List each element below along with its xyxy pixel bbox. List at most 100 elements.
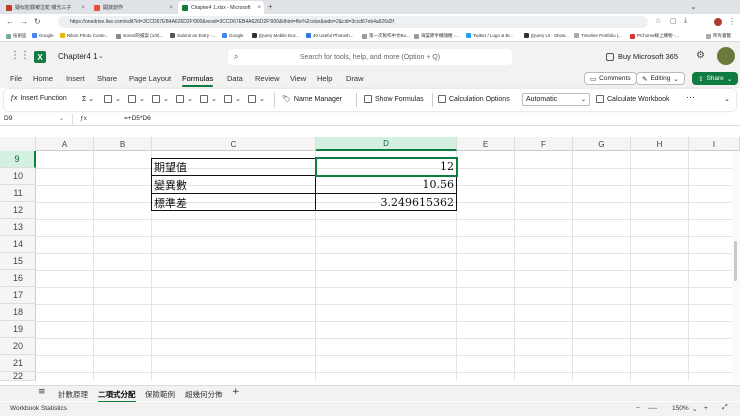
close-icon[interactable]: × xyxy=(257,5,261,11)
bookmark-item[interactable]: stored的檔案 (1/8)... xyxy=(116,33,163,39)
select-all-corner[interactable] xyxy=(0,137,36,151)
row-header[interactable]: 21 xyxy=(0,355,36,372)
calculation-options-button[interactable]: Calculation Options xyxy=(438,95,510,103)
financial-button[interactable]: ⌄ xyxy=(128,95,145,103)
chevron-down-icon[interactable]: ⌄ xyxy=(692,405,697,413)
comments-button[interactable]: ▭ Comments xyxy=(584,72,637,85)
bookmark-item[interactable]: 技術區 xyxy=(6,33,27,39)
bookmark-folder[interactable]: 所有書籤 xyxy=(706,33,731,39)
row-header[interactable]: 11 xyxy=(0,185,36,202)
row-header[interactable]: 12 xyxy=(0,202,36,219)
cell-c10[interactable]: 變異數 xyxy=(152,176,315,193)
chevron-down-icon[interactable]: ⌄ xyxy=(724,95,730,103)
tab-data[interactable]: Data xyxy=(227,74,243,83)
tab-view[interactable]: View xyxy=(290,74,306,83)
tab-share[interactable]: Share xyxy=(97,74,117,83)
bookmark-item[interactable]: 40 Useful Photosh... xyxy=(306,33,354,38)
bookmark-item[interactable]: jQuery Mobile Doc... xyxy=(252,33,300,38)
url-field[interactable]: https://onedrive.live.com/edit?id=3CCD67… xyxy=(58,16,648,28)
column-header-b[interactable]: B xyxy=(94,137,152,151)
workbook-statistics[interactable]: Workbook Statistics xyxy=(10,405,67,412)
sheet-tab[interactable]: 保險範例 xyxy=(145,389,175,400)
column-header-g[interactable]: G xyxy=(573,137,631,151)
bookmark-item[interactable]: jQuery UI - Show... xyxy=(524,33,569,38)
bookmark-item[interactable]: PChome線上購物 -... xyxy=(630,33,679,39)
tab-home[interactable]: Home xyxy=(33,74,53,83)
buy-microsoft-365-link[interactable]: Buy Microsoft 365 xyxy=(606,52,678,61)
column-header-f[interactable]: F xyxy=(515,137,573,151)
file-name[interactable]: Chapter4 1 xyxy=(58,52,98,61)
row-header[interactable]: 16 xyxy=(0,270,36,287)
lookup-button[interactable]: ⌄ xyxy=(224,95,241,103)
forward-icon[interactable]: → xyxy=(20,17,28,26)
app-launcher-icon[interactable]: ⋮⋮ xyxy=(10,50,30,61)
row-header[interactable]: 20 xyxy=(0,338,36,355)
new-tab-icon[interactable]: + xyxy=(268,2,273,11)
recently-used-button[interactable]: ⌄ xyxy=(104,95,121,103)
add-sheet-button[interactable]: + xyxy=(232,387,240,397)
tab-review[interactable]: Review xyxy=(255,74,280,83)
logical-button[interactable]: ⌄ xyxy=(152,95,169,103)
column-header-c[interactable]: C xyxy=(152,137,316,151)
scrollbar-thumb[interactable] xyxy=(734,241,737,281)
chevron-down-icon[interactable]: ⌄ xyxy=(98,52,104,60)
share-button[interactable]: ⇪ Share ⌄ xyxy=(692,72,739,85)
name-manager-button[interactable]: 🏷 Name Manager xyxy=(282,95,342,104)
bookmark-item[interactable]: Timeline Portfolio |... xyxy=(574,33,622,38)
worksheet-grid[interactable]: 期望值 12 變異數 10.56 標準差 3.249615362 xyxy=(36,151,740,381)
row-header[interactable]: 19 xyxy=(0,321,36,338)
fullscreen-icon[interactable]: ⤢ xyxy=(722,404,728,412)
zoom-in-icon[interactable]: + xyxy=(704,405,708,412)
search-box[interactable]: ⌕ Search for tools, help, and more (Opti… xyxy=(228,49,512,65)
sheet-tab[interactable]: 計數原理 xyxy=(58,389,88,400)
browser-tab-1[interactable]: 疑似犯罪被泣蛇 曝光三子 × xyxy=(2,1,88,14)
name-box[interactable]: D9 ⌄ xyxy=(4,115,66,125)
row-header[interactable]: 14 xyxy=(0,236,36,253)
tab-help[interactable]: Help xyxy=(317,74,332,83)
sheet-tab-active[interactable]: 二項式分配 xyxy=(98,389,136,403)
autosum-button[interactable]: Σ ⌄ xyxy=(82,95,94,103)
bookmark-item[interactable]: Nikon Photo Conte... xyxy=(60,33,109,38)
cell-c11[interactable]: 標準差 xyxy=(152,194,315,211)
profile-avatar[interactable] xyxy=(714,18,722,26)
vertical-scrollbar[interactable] xyxy=(732,151,740,383)
downloads-icon[interactable]: ⤓ xyxy=(684,17,687,25)
zoom-slider[interactable]: ── xyxy=(648,405,657,412)
close-icon[interactable]: × xyxy=(169,5,173,11)
show-formulas-button[interactable]: Show Formulas xyxy=(364,95,424,103)
more-options-icon[interactable]: ··· xyxy=(686,92,695,102)
row-header[interactable]: 18 xyxy=(0,304,36,321)
bookmark-item[interactable]: Google xyxy=(32,33,54,38)
column-header-a[interactable]: A xyxy=(36,137,94,151)
excel-logo-icon[interactable]: X xyxy=(34,51,46,63)
date-time-button[interactable]: ⌄ xyxy=(200,95,217,103)
column-header-i[interactable]: I xyxy=(689,137,740,151)
cell-d11[interactable]: 3.249615362 xyxy=(316,194,456,211)
row-header[interactable]: 10 xyxy=(0,168,36,185)
sheet-tab[interactable]: 超幾何分佈 xyxy=(185,389,223,400)
formula-input[interactable]: =+D5*D6 xyxy=(124,115,151,122)
more-functions-button[interactable]: ⌄ xyxy=(248,95,265,103)
row-header[interactable]: 17 xyxy=(0,287,36,304)
tab-search-icon[interactable]: ⌄ xyxy=(690,2,697,11)
zoom-out-icon[interactable]: − xyxy=(636,405,640,412)
bookmark-star-icon[interactable]: ☆ xyxy=(655,17,661,25)
bookmark-item[interactable]: Twitter / Logo & Br... xyxy=(466,33,514,38)
back-icon[interactable]: ← xyxy=(6,17,14,26)
column-header-h[interactable]: H xyxy=(631,137,689,151)
cell-d10[interactable]: 10.56 xyxy=(316,176,456,193)
tab-formulas[interactable]: Formulas xyxy=(182,74,214,87)
text-button[interactable]: ⌄ xyxy=(176,95,193,103)
user-avatar[interactable] xyxy=(717,47,735,65)
all-sheets-icon[interactable]: ≡ xyxy=(38,387,46,397)
row-header[interactable]: 13 xyxy=(0,219,36,236)
menu-icon[interactable]: ⋮ xyxy=(728,17,736,26)
editing-mode-button[interactable]: ✎ Editing ⌄ xyxy=(636,72,685,85)
column-header-e[interactable]: E xyxy=(457,137,515,151)
row-header[interactable]: 9 xyxy=(0,151,36,168)
extensions-icon[interactable]: ▢ xyxy=(670,17,677,25)
settings-gear-icon[interactable]: ⚙ xyxy=(696,50,705,61)
reload-icon[interactable]: ↻ xyxy=(34,17,41,26)
calculate-workbook-button[interactable]: Calculate Workbook xyxy=(596,95,670,103)
bookmark-item[interactable]: 海棠節手機隨機 -... xyxy=(414,33,459,39)
